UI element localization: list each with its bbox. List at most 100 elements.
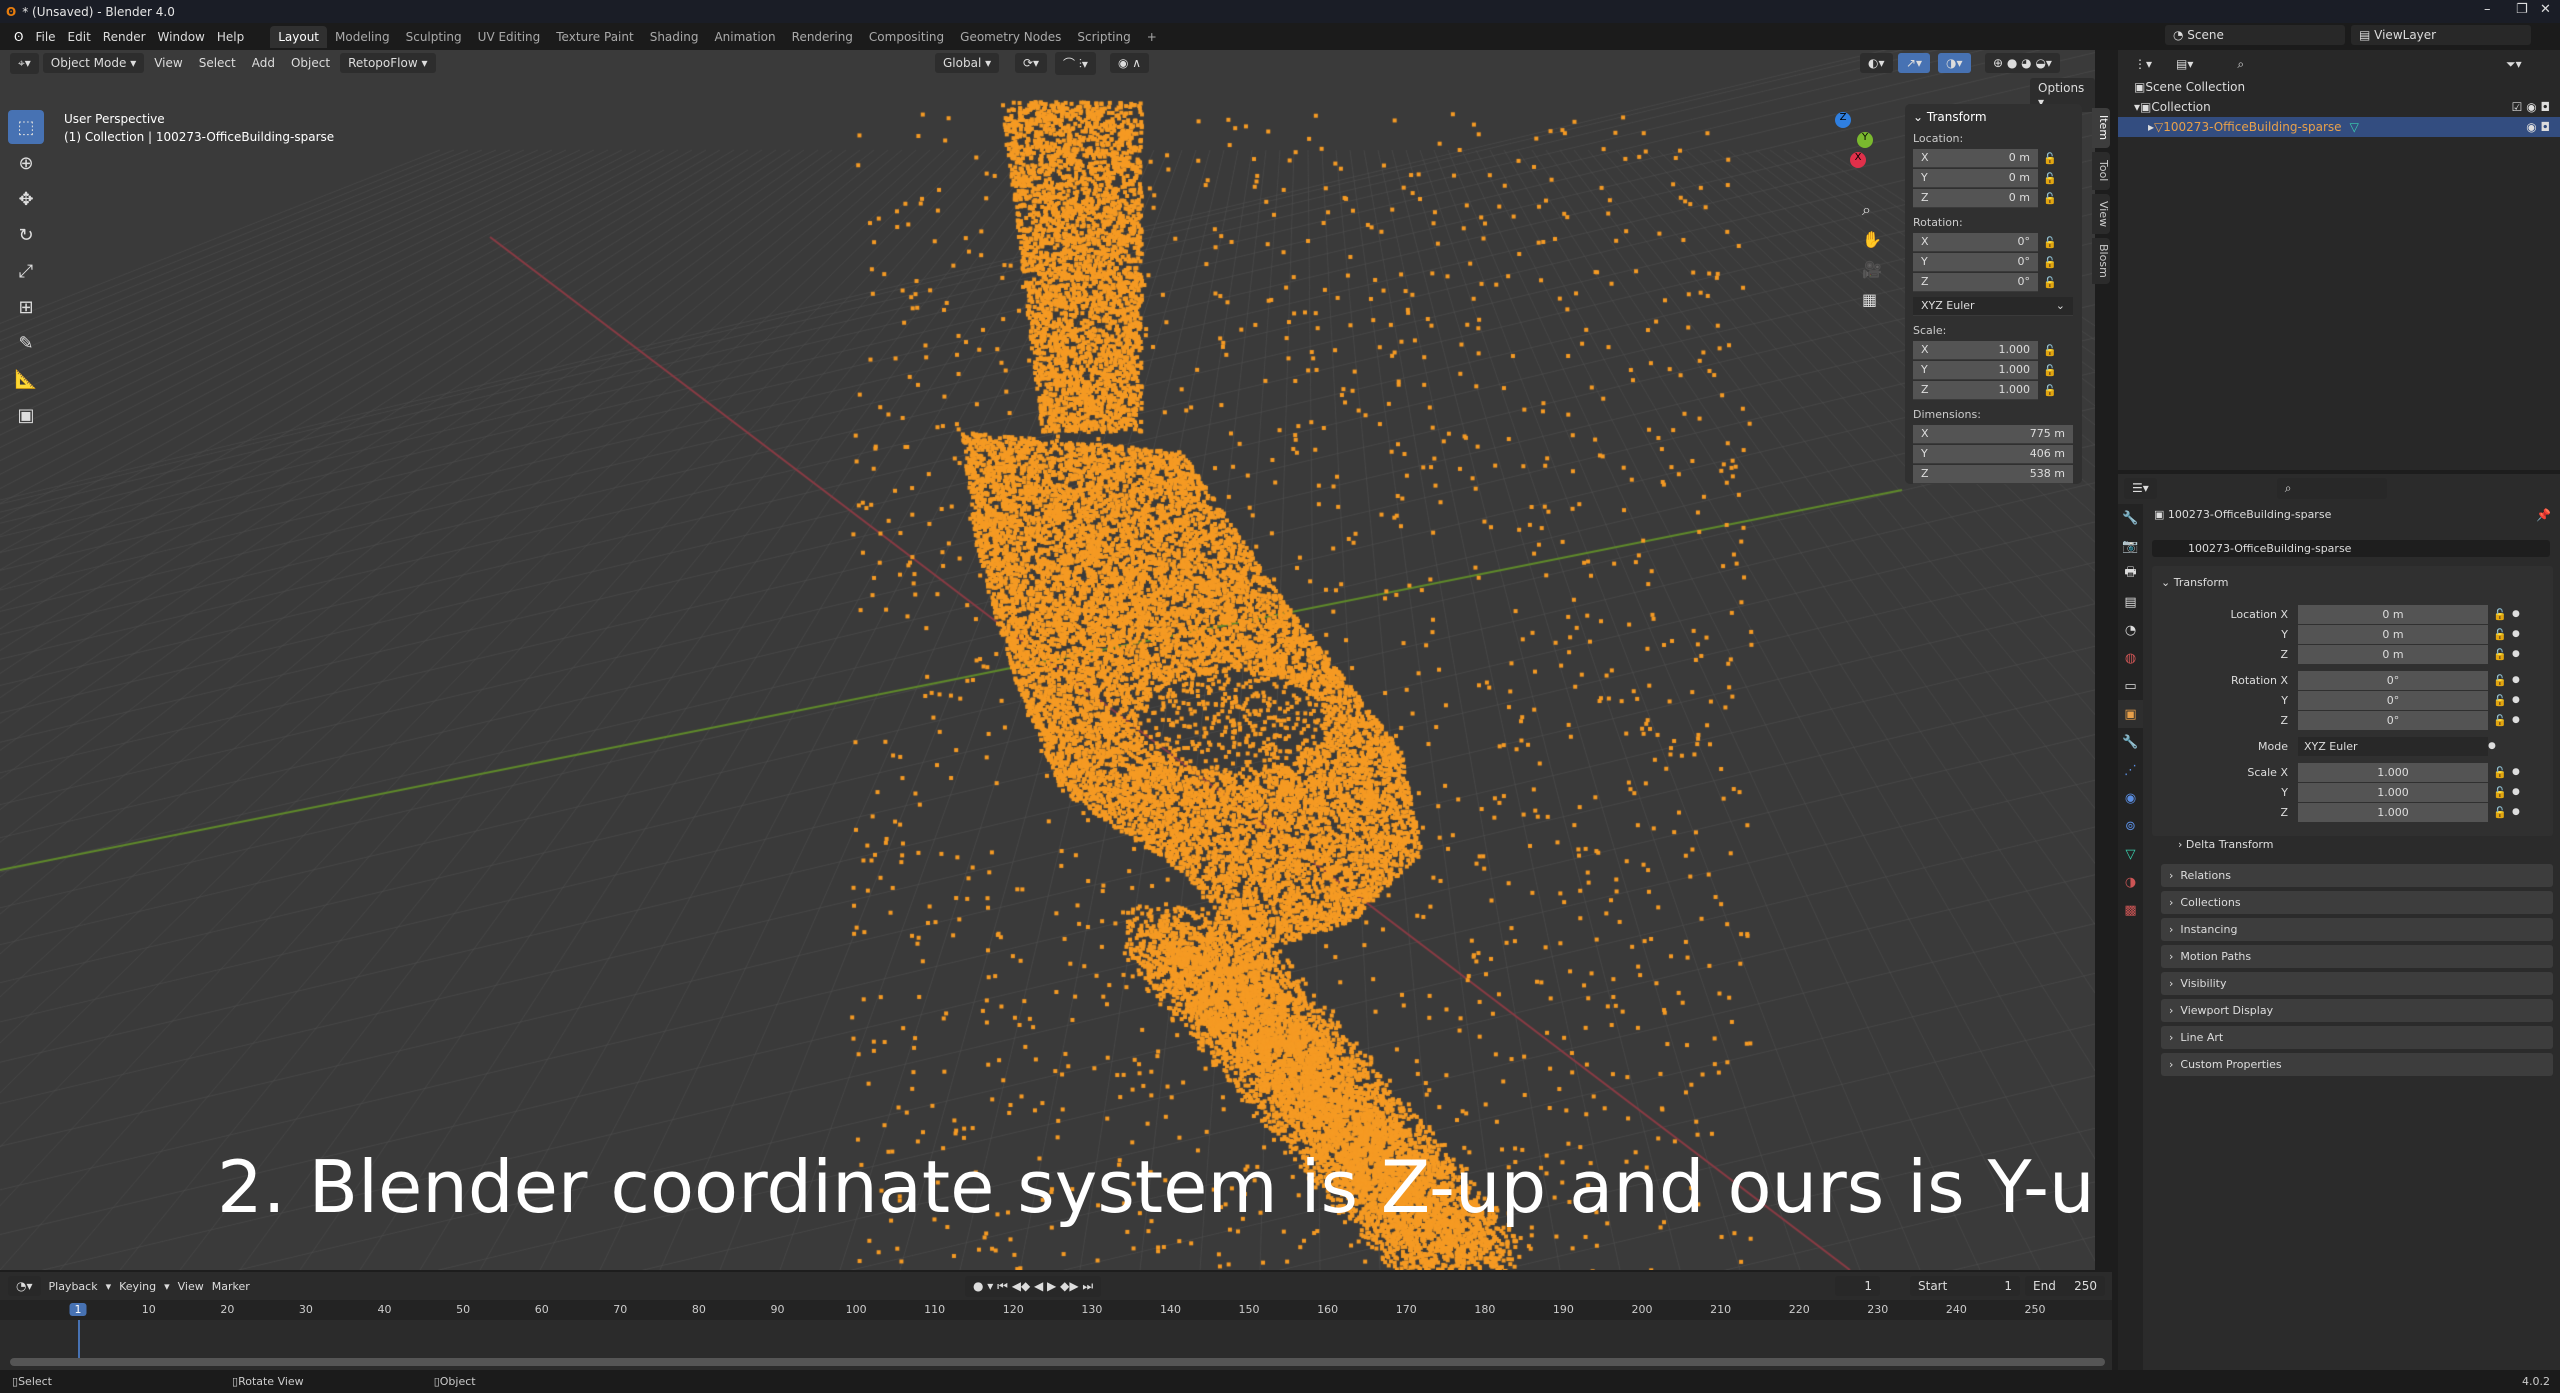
sidebar-tab-tool[interactable]: Tool [2092,152,2110,190]
sidebar-tab-blosm[interactable]: Blosm [2092,238,2110,284]
menu-add[interactable]: Add [246,53,281,73]
rotation-z-field[interactable]: Z 0° [1913,272,2038,292]
outliner-search-input[interactable]: ⌕ [2229,54,2370,75]
navigation-gizmo[interactable]: Z Y X [1805,110,1875,180]
delta-transform-subpanel[interactable]: › Delta Transform [2178,838,2273,851]
panel-visibility[interactable]: › Visibility [2161,972,2553,995]
lock-icon[interactable]: 🔓 [2038,236,2062,249]
property-value-field[interactable]: 0° [2298,690,2488,710]
menu-keying[interactable]: Keying [119,1280,156,1293]
pin-icon[interactable]: 📌 [2536,508,2551,522]
lock-icon[interactable]: 🔓 [2038,364,2062,377]
panel-instancing[interactable]: › Instancing [2161,918,2553,941]
tab-shading[interactable]: Shading [642,26,707,48]
rotation-y-field[interactable]: Y 0° [1913,252,2038,272]
tab-texture-paint[interactable]: Texture Paint [548,26,641,48]
close-button[interactable]: ✕ [2540,2,2551,17]
lock-icon[interactable]: 🔓 [2488,766,2512,779]
scene-selector[interactable]: ◔ Scene [2165,25,2345,45]
timeline-editor-icon[interactable]: ◔▾ [8,1276,41,1296]
visibility-toggles[interactable]: ◉ ◘ [2526,120,2550,134]
dimensions-y-field[interactable]: Y 406 m [1913,444,2073,464]
mode-dropdown[interactable]: Object Mode ▾ [42,53,145,73]
display-mode-icon[interactable]: ▤▾ [2168,54,2202,75]
pivot-icon[interactable]: ⟳▾ [1015,53,1048,73]
particles-tab-icon[interactable]: ⋰ [2118,756,2143,784]
property-value-field[interactable]: 1.000 [2298,762,2488,782]
keyframe-dot-icon[interactable]: ● [2512,695,2520,705]
property-value-field[interactable]: 0° [2298,710,2488,730]
menu-file[interactable]: File [29,30,61,44]
view-layer-selector[interactable]: ▤ ViewLayer [2351,25,2531,45]
lock-icon[interactable]: 🔓 [2038,192,2062,205]
property-value-field[interactable]: 1.000 [2298,802,2488,822]
gizmo-toggle-icon[interactable]: ↗▾ [1898,53,1931,73]
start-frame-field[interactable]: Start 1 [1910,1276,2020,1296]
tab-uv-editing[interactable]: UV Editing [470,26,549,48]
lock-icon[interactable]: 🔓 [2488,628,2512,641]
select-box-tool-icon[interactable]: ⬚ [8,110,44,144]
point-cloud-view[interactable] [0,50,2095,1270]
lock-icon[interactable]: 🔓 [2038,276,2062,289]
property-value-field[interactable]: 0 m [2298,624,2488,644]
tab-scripting[interactable]: Scripting [1069,26,1138,48]
end-frame-field[interactable]: End 250 [2025,1276,2105,1296]
lock-icon[interactable]: 🔓 [2488,608,2512,621]
tab-rendering[interactable]: Rendering [784,26,861,48]
outliner-collection[interactable]: ▾ ▣ Collection ☑ ◉ ◘ [2118,97,2560,117]
pan-hand-icon[interactable]: ✋ [1862,225,1882,255]
scale-z-field[interactable]: Z 1.000 [1913,380,2038,400]
lock-icon[interactable]: 🔓 [2038,172,2062,185]
modifier-tab-icon[interactable]: 🔧 [2118,728,2143,756]
lock-icon[interactable]: 🔓 [2488,694,2512,707]
location-z-field[interactable]: Z 0 m [1913,188,2038,208]
location-y-field[interactable]: Y 0 m [1913,168,2038,188]
current-frame-field[interactable]: 1 [1835,1276,1880,1296]
tab-layout[interactable]: Layout [270,25,328,48]
view-layer-tab-icon[interactable]: ▤ [2118,588,2143,616]
outliner-editor-icon[interactable]: ⋮▾ [2126,54,2161,75]
3d-viewport[interactable]: ⌖▾ Object Mode ▾ View Select Add Object … [0,50,2095,1270]
constraints-tab-icon[interactable]: ⊚ [2118,812,2143,840]
retopoflow-dropdown[interactable]: RetopoFlow ▾ [340,53,436,73]
tab-sculpting[interactable]: Sculpting [398,26,470,48]
properties-editor-icon[interactable]: ☰▾ [2124,478,2157,499]
lock-icon[interactable]: 🔓 [2488,806,2512,819]
property-value-field[interactable]: 0 m [2298,644,2488,664]
orientation-dropdown[interactable]: Global ▾ [935,53,1000,73]
keyframe-dot-icon[interactable]: ● [2512,767,2520,777]
timeline-scrollbar[interactable] [10,1358,2105,1366]
menu-edit[interactable]: Edit [62,30,97,44]
property-value-field[interactable]: XYZ Euler [2298,736,2488,756]
tool-tab-icon[interactable]: 🔧 [2118,504,2143,532]
keyframe-dot-icon[interactable]: ● [2512,787,2520,797]
property-value-field[interactable]: 1.000 [2298,782,2488,802]
keyframe-dot-icon[interactable]: ● [2488,741,2496,751]
scene-tab-icon[interactable]: ◔ [2118,616,2143,644]
data-tab-icon[interactable]: ▽ [2118,840,2143,868]
snap-icon[interactable]: ⌒ ⫶▾ [1055,51,1096,75]
add-cube-tool-icon[interactable]: ▣ [8,398,44,432]
dimensions-z-field[interactable]: Z 538 m [1913,464,2073,484]
lock-icon[interactable]: 🔓 [2038,344,2062,357]
menu-view[interactable]: View [178,1280,204,1293]
rotation-x-field[interactable]: X 0° [1913,232,2038,252]
overlay-toggle-icon[interactable]: ◑▾ [1938,53,1971,73]
outliner-object[interactable]: ▸ ▽ 100273-OfficeBuilding-sparse ▽ ◉ ◘ [2118,117,2560,137]
panel-viewport-display[interactable]: › Viewport Display [2161,999,2553,1022]
keyframe-dot-icon[interactable]: ● [2512,649,2520,659]
keyframe-dot-icon[interactable]: ● [2512,675,2520,685]
material-tab-icon[interactable]: ◑ [2118,868,2143,896]
dimensions-x-field[interactable]: X 775 m [1913,424,2073,444]
menu-help[interactable]: Help [211,30,250,44]
editor-type-button[interactable]: ⌖▾ [10,52,39,74]
camera-icon[interactable]: 🎥 [1862,255,1882,285]
menu-view[interactable]: View [148,53,188,73]
location-x-field[interactable]: X 0 m [1913,148,2038,168]
object-tab-icon[interactable]: ▣ [2118,700,2143,728]
transform-panel-header[interactable]: ⌄ Transform [2161,576,2228,589]
scale-x-field[interactable]: X 1.000 [1913,340,2038,360]
object-name-field[interactable]: 100273-OfficeBuilding-sparse [2152,540,2550,557]
scale-y-field[interactable]: Y 1.000 [1913,360,2038,380]
gizmo-y-axis[interactable]: Y [1857,132,1873,148]
